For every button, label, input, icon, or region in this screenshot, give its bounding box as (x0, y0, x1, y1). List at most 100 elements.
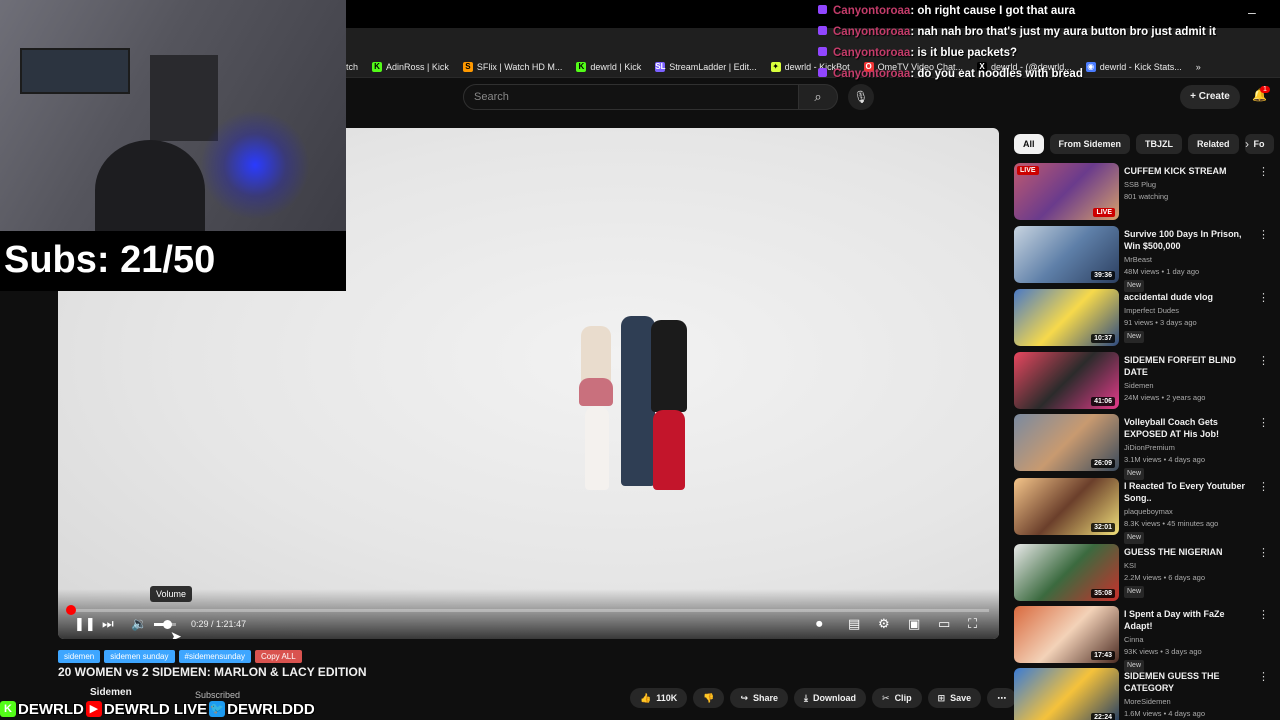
wall-poster (150, 55, 218, 141)
volume-icon[interactable]: 🔉 (131, 616, 147, 632)
search-button[interactable]: ⌕ (798, 84, 838, 110)
more-vert-icon[interactable]: ⋮ (1258, 608, 1269, 621)
more-vert-icon[interactable]: ⋮ (1258, 228, 1269, 241)
share-button[interactable]: ↪ Share (730, 688, 789, 708)
fullscreen-icon[interactable]: ⛶ (968, 616, 977, 632)
bookmark-favicon-icon: K (576, 61, 587, 72)
video-thumbnail[interactable]: 22:24 (1014, 668, 1119, 720)
bookmark-item[interactable]: K AdinRoss | Kick (372, 61, 449, 72)
chat-badge-icon (818, 5, 827, 14)
search-input[interactable]: Search (463, 84, 799, 110)
video-thumbnail[interactable]: 35:08 (1014, 544, 1119, 601)
recommendation-item[interactable]: 35:08 GUESS THE NIGERIAN KSI 2.2M views • 6… (1014, 544, 1274, 602)
video-thumbnail[interactable]: LIVE LIVE (1014, 163, 1119, 220)
recommendation-meta: 3.1M views • 4 days ago (1124, 455, 1205, 464)
video-tag[interactable]: sidemen (58, 650, 101, 663)
recommendation-item[interactable]: 26:09 Volleyball Coach Gets EXPOSED AT Hi… (1014, 414, 1274, 480)
clip-button[interactable]: ✂ Clip (872, 688, 922, 708)
recommendation-title[interactable]: SIDEMEN FORFEIT BLIND DATE Sidemen 24M vie… (1124, 354, 1254, 404)
recommendation-item[interactable]: 10:37 accidental dude vlog Imperfect Dudes… (1014, 289, 1274, 347)
like-button[interactable]: 👍 110K (630, 688, 688, 708)
video-thumbnail[interactable]: 32:01 (1014, 478, 1119, 535)
chevron-right-icon[interactable]: › (1245, 137, 1249, 151)
more-vert-icon[interactable]: ⋮ (1258, 165, 1269, 178)
thumbs-up-icon: 👍 (640, 693, 652, 703)
person-figure (653, 410, 685, 490)
voice-search-button[interactable]: 🎙 (848, 84, 874, 110)
download-button[interactable]: ⤓ Download (794, 688, 867, 708)
bookmark-item[interactable]: SL StreamLadder | Edit... (655, 61, 757, 72)
person-figure (651, 320, 687, 412)
filter-chip[interactable]: TBJZL (1136, 134, 1183, 154)
chat-text: : nah nah bro that's just my aura button… (910, 26, 1216, 38)
chat-username: Canyontoroaa (833, 47, 911, 59)
filter-chip[interactable]: Related (1188, 134, 1239, 154)
recommendation-item[interactable]: 41:06 SIDEMEN FORFEIT BLIND DATE Sidemen 24… (1014, 352, 1274, 410)
recommendation-title[interactable]: GUESS THE NIGERIAN KSI 2.2M views • 6 days… (1124, 546, 1254, 598)
filter-chips: All From Sidemen TBJZL Related Fo (1014, 134, 1274, 154)
bookmark-item[interactable]: Kdewrld | Kick (576, 61, 641, 72)
settings-gear-icon[interactable]: ⚙ (878, 616, 890, 632)
next-icon[interactable]: ⏭ (102, 616, 114, 632)
more-vert-icon[interactable]: ⋮ (1258, 416, 1269, 429)
save-label: Save (950, 693, 972, 703)
recommendation-channel: MrBeast (1124, 255, 1152, 264)
more-vert-icon[interactable]: ⋮ (1258, 670, 1269, 683)
more-vert-icon[interactable]: ⋮ (1258, 354, 1269, 367)
bookmark-favicon-icon: K (372, 61, 383, 72)
pause-icon[interactable]: ❚❚ (74, 616, 96, 632)
progress-scrubber[interactable] (66, 605, 76, 615)
channel-name[interactable]: Sidemen (90, 687, 132, 698)
video-actions: 👍 110K 👎 ↪ Share ⤓ Download ✂ Clip ⊞ Save ⋯ (630, 688, 1017, 708)
video-thumbnail[interactable]: 26:09 (1014, 414, 1119, 471)
recommendation-item[interactable]: LIVE LIVE CUFFEM KICK STREAM SSB Plug 801 wa… (1014, 163, 1274, 221)
captions-icon[interactable]: ▤ (848, 616, 860, 632)
recommendation-title[interactable]: Survive 100 Days In Prison, Win $500,000… (1124, 228, 1254, 292)
recommendation-meta: 91 views • 3 days ago (1124, 318, 1197, 327)
social-handle: DEWRLD LIVE (103, 700, 208, 718)
recommendation-item[interactable]: 22:24 SIDEMEN GUESS THE CATEGORY MoreSidem… (1014, 668, 1274, 720)
clip-label: Clip (894, 693, 912, 703)
filter-chip[interactable]: From Sidemen (1049, 134, 1131, 154)
bookmark-item[interactable]: S SFlix | Watch HD M... (462, 61, 562, 72)
recommendation-meta: 48M views • 1 day ago (1124, 267, 1200, 276)
recommendation-title-text: CUFFEM KICK STREAM (1124, 166, 1227, 176)
bookmark-item[interactable]: tch (346, 62, 358, 72)
recommendation-title[interactable]: accidental dude vlog Imperfect Dudes 91 vi… (1124, 291, 1254, 343)
recommendation-title[interactable]: I Spent a Day with FaZe Adapt! Cinna 93K v… (1124, 608, 1254, 672)
miniplayer-icon[interactable]: ▣ (908, 616, 920, 632)
recommendation-title[interactable]: Volleyball Coach Gets EXPOSED AT His Job… (1124, 416, 1254, 480)
video-tag[interactable]: sidemen sunday (104, 650, 175, 663)
progress-bar[interactable] (68, 609, 989, 612)
chat-badge-icon (818, 26, 827, 35)
more-vert-icon[interactable]: ⋮ (1258, 480, 1269, 493)
video-tag[interactable]: #sidemensunday (178, 650, 251, 663)
theater-mode-icon[interactable]: ▭ (938, 616, 950, 632)
recommendation-channel: MoreSidemen (1124, 697, 1171, 706)
more-vert-icon[interactable]: ⋮ (1258, 546, 1269, 559)
recommendation-item[interactable]: 32:01 I Reacted To Every Youtuber Song.. p… (1014, 478, 1274, 544)
autoplay-toggle[interactable]: ⏺ (816, 616, 823, 632)
more-vert-icon[interactable]: ⋮ (1258, 291, 1269, 304)
video-thumbnail[interactable]: 10:37 (1014, 289, 1119, 346)
youtube-icon: ▶ (85, 701, 102, 717)
video-thumbnail[interactable]: 39:36 (1014, 226, 1119, 283)
recommendation-title[interactable]: I Reacted To Every Youtuber Song.. plaque… (1124, 480, 1254, 544)
video-thumbnail[interactable]: 41:06 (1014, 352, 1119, 409)
playlist-add-icon: ⊞ (937, 693, 946, 703)
person-figure (579, 378, 613, 406)
video-thumbnail[interactable]: 17:43 (1014, 606, 1119, 663)
filter-chip[interactable]: All (1014, 134, 1044, 154)
create-button[interactable]: + Create (1180, 85, 1240, 109)
dislike-button[interactable]: 👎 (693, 688, 725, 708)
recommendation-title[interactable]: SIDEMEN GUESS THE CATEGORY MoreSidemen 1.6… (1124, 670, 1254, 720)
copy-all-tags-button[interactable]: Copy ALL (255, 650, 302, 663)
more-actions-button[interactable]: ⋯ (987, 688, 1017, 708)
recommendation-title-text: Survive 100 Days In Prison, Win $500,000 (1124, 229, 1242, 251)
thumbs-down-icon: 👎 (703, 693, 715, 703)
recommendation-title[interactable]: CUFFEM KICK STREAM SSB Plug 801 watching (1124, 165, 1254, 203)
bookmark-favicon-icon: ✦ (770, 61, 781, 72)
recommendation-item[interactable]: 17:43 I Spent a Day with FaZe Adapt! Cinna… (1014, 606, 1274, 672)
recommendation-item[interactable]: 39:36 Survive 100 Days In Prison, Win $50… (1014, 226, 1274, 292)
save-button[interactable]: ⊞ Save (927, 688, 982, 708)
